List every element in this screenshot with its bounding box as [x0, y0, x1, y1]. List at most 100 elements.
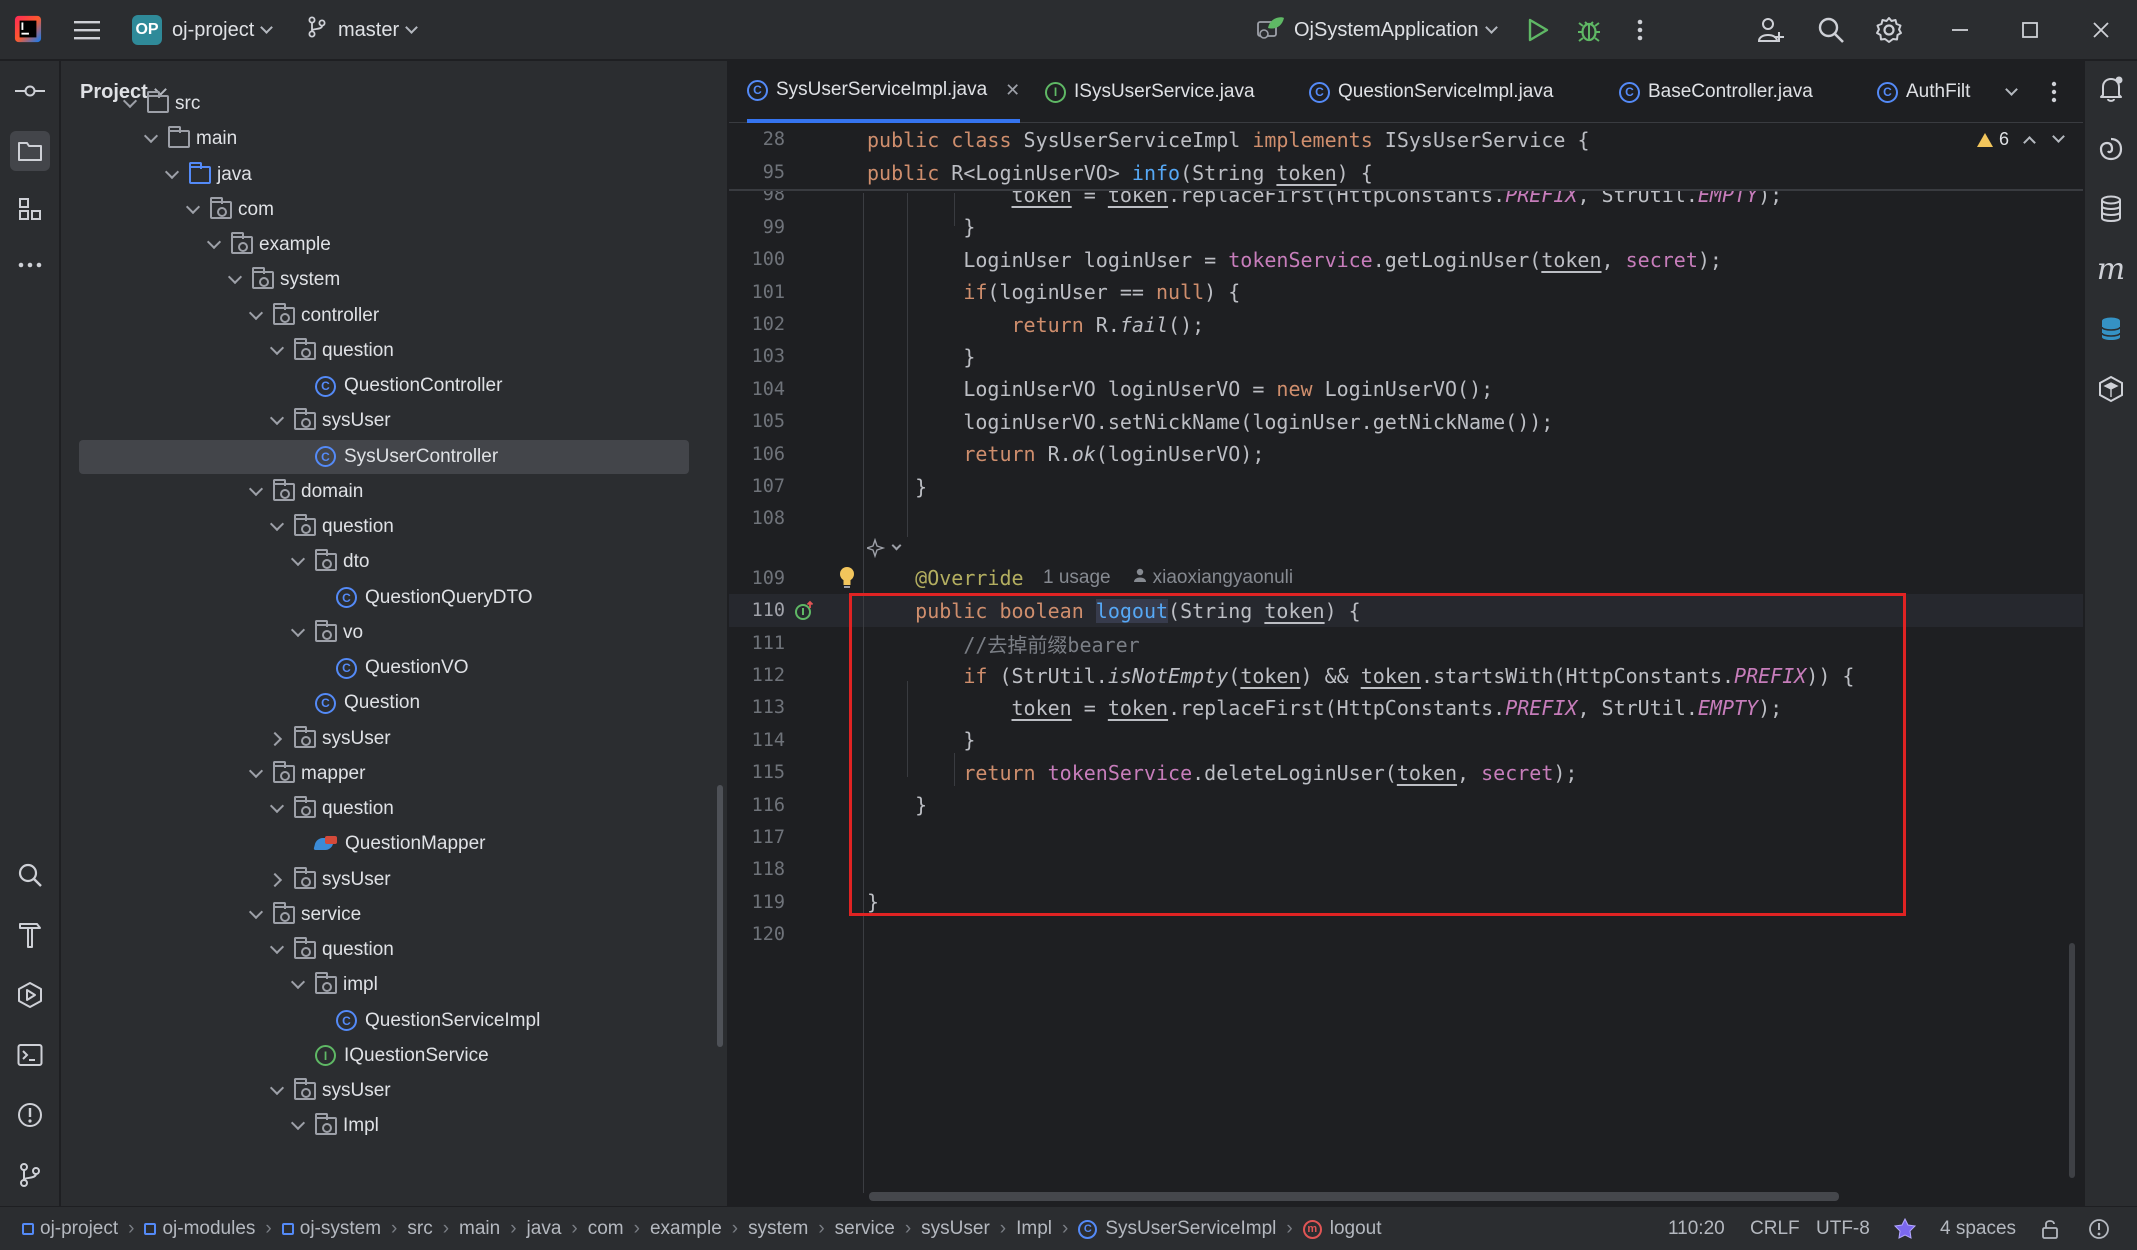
database-tools-icon[interactable] [2093, 311, 2129, 347]
maven-icon[interactable]: m [2093, 251, 2129, 287]
file-encoding[interactable]: UTF-8 [1816, 1207, 1870, 1250]
author-name[interactable]: xiaoxiangyaonuli [1153, 567, 1294, 589]
tab-authfilter[interactable]: C AuthFilt [1877, 61, 1970, 123]
tree-item[interactable]: question [61, 334, 701, 368]
more-tools-icon[interactable] [12, 247, 48, 283]
breadcrumb-item[interactable]: oj-project [22, 1218, 118, 1240]
terminal-icon[interactable] [12, 1037, 48, 1073]
tree-item[interactable]: sysUser [61, 404, 701, 438]
code-line[interactable]: 109 @Override 1 usage xiaoxiangyaonuli [729, 562, 2083, 595]
collapsed-chevron-icon[interactable] [270, 732, 284, 746]
tree-item[interactable]: sysUser [61, 1074, 701, 1108]
services-run-icon[interactable] [12, 977, 48, 1013]
settings-gear-icon[interactable] [1873, 14, 1905, 46]
event-status-icon[interactable] [2088, 1207, 2110, 1250]
expanded-chevron-icon[interactable] [291, 1119, 305, 1133]
expanded-chevron-icon[interactable] [123, 97, 137, 111]
tree-item[interactable]: QuestionMapper [61, 827, 701, 861]
line-separator[interactable]: CRLF [1750, 1207, 1800, 1250]
usage-author-inlay[interactable]: 1 usage xiaoxiangyaonuli [1043, 567, 1293, 589]
build-hammer-icon[interactable] [12, 917, 48, 953]
expanded-chevron-icon[interactable] [291, 978, 305, 992]
sticky-scroll-line[interactable]: 95 public R<LoginUserVO> info(String tok… [729, 156, 2083, 189]
maximize-window-icon[interactable] [2014, 14, 2046, 46]
breadcrumb-item[interactable]: m logout [1302, 1218, 1382, 1240]
project-folder-icon[interactable] [10, 131, 50, 171]
read-only-lock-icon[interactable] [2040, 1207, 2060, 1250]
tree-item[interactable]: Impl [61, 1109, 701, 1143]
project-scrollbar[interactable] [717, 785, 723, 1047]
breadcrumb-item[interactable]: Impl [1016, 1218, 1052, 1240]
database-icon[interactable] [2093, 191, 2129, 227]
intention-bulb-icon[interactable] [837, 565, 857, 596]
expanded-chevron-icon[interactable] [270, 520, 284, 534]
breadcrumb-item[interactable]: C SysUserServiceImpl [1078, 1218, 1276, 1240]
commit-icon[interactable] [12, 73, 48, 109]
expanded-chevron-icon[interactable] [207, 238, 221, 252]
breadcrumb-item[interactable]: java [527, 1218, 562, 1240]
intellij-logo-icon[interactable] [14, 14, 42, 44]
code-line[interactable]: 104 LoginUserVO loginUserVO = new LoginU… [729, 373, 2083, 406]
structure-icon[interactable] [12, 191, 48, 227]
tree-item[interactable]: mapper [61, 757, 701, 791]
tree-item[interactable]: controller [61, 299, 701, 333]
breadcrumb-item[interactable]: src [407, 1218, 432, 1240]
tree-item[interactable]: example [61, 228, 701, 262]
code-line[interactable]: 111 //去掉前缀bearer [729, 627, 2083, 660]
close-tab-icon[interactable]: ✕ [1005, 80, 1020, 101]
search-icon[interactable] [1815, 14, 1847, 46]
project-selector[interactable]: OP oj-project [132, 0, 274, 60]
indent-settings[interactable]: 4 spaces [1940, 1207, 2016, 1250]
expanded-chevron-icon[interactable] [228, 273, 242, 287]
usage-count[interactable]: 1 usage [1043, 567, 1111, 589]
tab-list-dropdown[interactable] [1999, 61, 2018, 123]
code-line[interactable]: 101 if(loginUser == null) { [729, 276, 2083, 309]
expanded-chevron-icon[interactable] [270, 414, 284, 428]
tree-item[interactable]: dto [61, 545, 701, 579]
code-line[interactable]: 105 loginUserVO.setNickName(loginUser.ge… [729, 405, 2083, 438]
code-line[interactable] [729, 535, 2083, 562]
ai-inlay-hint[interactable] [867, 538, 902, 559]
collapsed-chevron-icon[interactable] [270, 873, 284, 887]
tab-isysuserservice[interactable]: I ISysUserService.java [1045, 61, 1255, 123]
tree-item[interactable]: C QuestionServiceImpl [61, 1004, 701, 1038]
minimize-window-icon[interactable] [1944, 14, 1976, 46]
expanded-chevron-icon[interactable] [270, 344, 284, 358]
expanded-chevron-icon[interactable] [291, 626, 305, 640]
breadcrumb-item[interactable]: example [650, 1218, 722, 1240]
code-editor[interactable]: 28 public class SysUserServiceImpl implem… [729, 123, 2083, 1206]
code-line[interactable]: 108 [729, 502, 2083, 535]
code-line[interactable]: 116 } [729, 789, 2083, 822]
breadcrumb-item[interactable]: com [588, 1218, 624, 1240]
code-line[interactable]: 103 } [729, 340, 2083, 373]
expanded-chevron-icon[interactable] [144, 132, 158, 146]
more-actions-icon[interactable] [1624, 14, 1656, 46]
ai-status-icon[interactable] [1893, 1207, 1917, 1250]
caret-position[interactable]: 110:20 [1668, 1207, 1725, 1250]
code-line[interactable]: 118 [729, 853, 2083, 886]
expanded-chevron-icon[interactable] [270, 802, 284, 816]
expanded-chevron-icon[interactable] [186, 203, 200, 217]
tree-item[interactable]: vo [61, 616, 701, 650]
inspection-widget[interactable]: 6 [1976, 123, 2065, 156]
expanded-chevron-icon[interactable] [270, 1084, 284, 1098]
find-search-icon[interactable] [12, 857, 48, 893]
run-icon[interactable] [1522, 14, 1554, 46]
expanded-chevron-icon[interactable] [249, 309, 263, 323]
tree-item[interactable]: domain [61, 475, 701, 509]
code-line-current[interactable]: 110 public boolean logout(String token) … [729, 594, 2083, 628]
breadcrumb-item[interactable]: oj-modules [144, 1218, 255, 1240]
vcs-branch-selector[interactable]: master [308, 0, 418, 60]
breadcrumb-item[interactable]: oj-system [281, 1218, 381, 1240]
expanded-chevron-icon[interactable] [249, 908, 263, 922]
breadcrumb-item[interactable]: service [835, 1218, 895, 1240]
tree-item[interactable]: impl [61, 968, 701, 1002]
code-line[interactable]: 113 token = token.replaceFirst(HttpConst… [729, 691, 2083, 724]
expanded-chevron-icon[interactable] [249, 767, 263, 781]
code-line[interactable]: 106 return R.ok(loginUserVO); [729, 438, 2083, 471]
tree-item[interactable]: C QuestionQueryDTO [61, 581, 701, 615]
code-line[interactable]: 117 [729, 821, 2083, 854]
code-line[interactable]: 114 } [729, 724, 2083, 757]
code-line[interactable]: 120 [729, 918, 2083, 951]
tree-item[interactable]: java [61, 158, 701, 192]
